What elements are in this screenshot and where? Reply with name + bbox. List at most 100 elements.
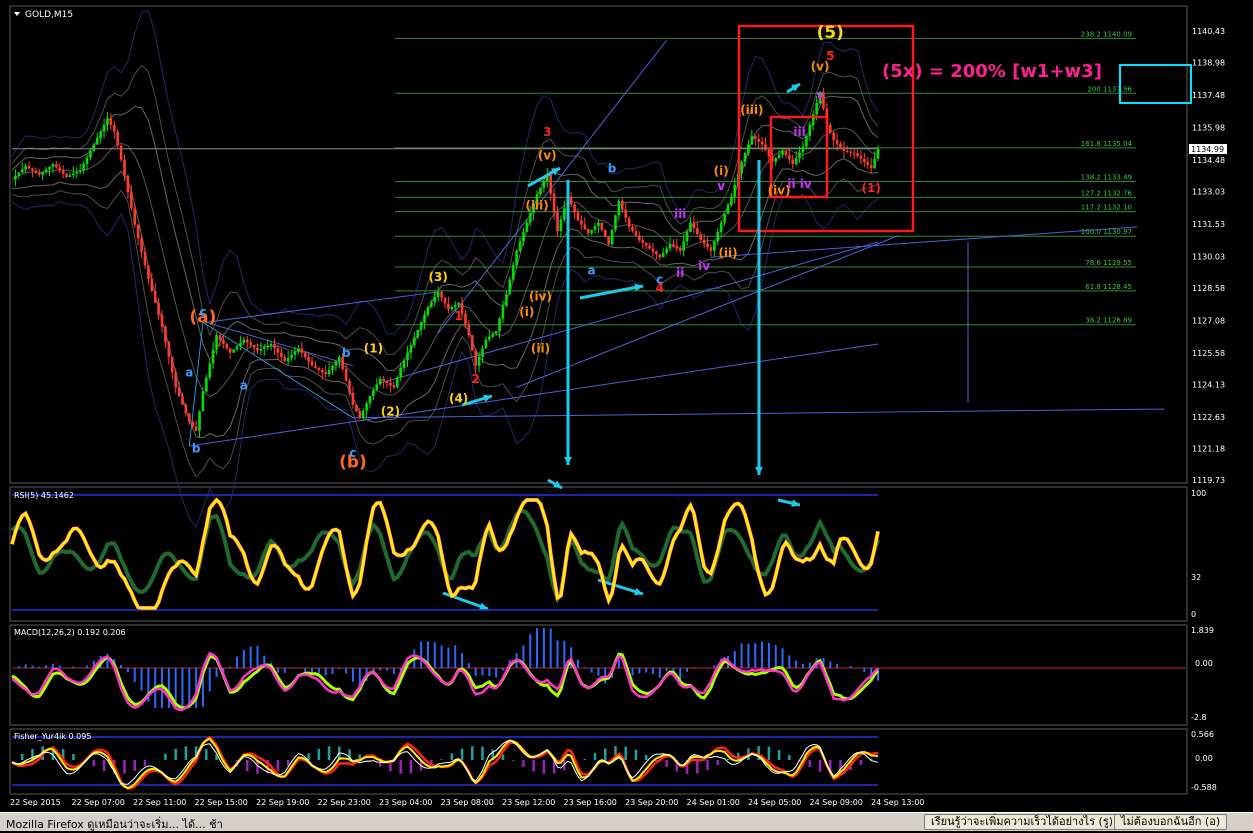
wave-label-22: (i) <box>519 305 534 319</box>
wave-label-38: ii iv <box>787 177 812 191</box>
candle-body <box>399 367 402 378</box>
candle-body <box>740 161 743 174</box>
candle-body <box>75 172 79 174</box>
candle-body <box>106 118 109 125</box>
fib-label-1: 200 1137.56 <box>1087 85 1132 93</box>
candle-body <box>293 351 297 355</box>
candle-body <box>433 297 437 303</box>
candle-body <box>634 231 638 236</box>
fisher-tick-bottom: -0.588 <box>1191 783 1217 792</box>
candle-body <box>119 145 123 160</box>
candle-body <box>614 215 617 230</box>
candle-body <box>586 229 590 234</box>
dismiss-button[interactable]: ไม่ต้องบอกฉันอีก (อ) <box>1114 814 1228 830</box>
candle-body <box>508 279 512 295</box>
candle-body <box>719 222 723 232</box>
candle-body <box>620 200 624 210</box>
candle-body <box>842 147 846 151</box>
time-tick-6: 23 Sep 04:00 <box>379 798 432 807</box>
candle-body <box>692 222 696 229</box>
candle-body <box>92 144 96 151</box>
price-tick-5: 1133.03 <box>1192 188 1225 197</box>
wave-label-24: (iii) <box>525 199 548 213</box>
wave-label-17: b <box>342 346 351 360</box>
candle-body <box>784 150 788 156</box>
candle-body <box>338 357 341 362</box>
candle-body <box>320 370 324 373</box>
candle-body <box>358 411 362 418</box>
candle-body <box>375 384 379 391</box>
candle-body <box>143 251 147 266</box>
candle-body <box>58 167 62 171</box>
wave-label-4: 3 <box>543 125 551 139</box>
candle-body <box>307 357 310 362</box>
candle-body <box>348 380 351 393</box>
candle-body <box>552 193 556 213</box>
wave-label-32: iii <box>674 207 686 221</box>
candle-body <box>310 361 314 366</box>
candle-body <box>753 135 757 139</box>
learn-speed-button[interactable]: เรียนรู้ว่าจะเพิ่มความเร็วได้อย่างไร (รู… <box>924 814 1121 830</box>
candle-body <box>808 124 812 136</box>
candle-body <box>65 173 68 177</box>
price-tick-14: 1119.73 <box>1192 476 1225 485</box>
candle-body <box>665 248 668 253</box>
candle-body <box>187 413 191 423</box>
candle-body <box>641 239 645 243</box>
candle-body <box>78 170 82 173</box>
candle-body <box>713 241 716 251</box>
candle-body <box>55 163 58 168</box>
candle-body <box>580 220 583 225</box>
candle-body <box>392 385 396 388</box>
candle-body <box>164 326 167 342</box>
wave-ratio-annotation: (5x) = 200% [w1+w3] <box>882 61 1102 82</box>
candle-body <box>130 192 133 209</box>
candle-body <box>218 335 222 340</box>
candle-body <box>385 380 389 384</box>
candle-body <box>743 153 747 162</box>
candle-body <box>406 352 409 361</box>
candle-body <box>689 222 692 232</box>
candle-body <box>44 169 48 173</box>
rsi-title: RSI(5) 45.1462 <box>14 491 74 500</box>
fisher-title: Fisher_Yur4ik 0.095 <box>14 732 91 741</box>
candle-body <box>41 172 44 175</box>
candle-body <box>839 143 842 148</box>
candle-body <box>133 208 137 225</box>
candle-body <box>205 377 208 392</box>
fib-label-8: 61.8 1128.45 <box>1085 283 1132 291</box>
time-tick-10: 23 Sep 20:00 <box>625 798 678 807</box>
candle-body <box>702 239 706 244</box>
candle-body <box>873 158 876 169</box>
candle-body <box>252 345 256 348</box>
candle-body <box>174 372 177 388</box>
candle-body <box>777 154 781 159</box>
candle-body <box>661 252 665 258</box>
fib-label-9: 38.2 1126.89 <box>1085 317 1132 325</box>
candle-body <box>256 347 259 351</box>
candle-body <box>48 166 51 170</box>
candle-body <box>859 156 863 159</box>
candle-body <box>549 174 552 194</box>
candle-body <box>317 367 321 371</box>
candle-body <box>419 322 423 330</box>
candle-body <box>491 333 495 337</box>
price-tick-7: 1130.03 <box>1192 253 1225 262</box>
candle-body <box>324 372 327 375</box>
symbol-label: GOLD,M15 <box>25 10 73 20</box>
candle-body <box>355 404 358 412</box>
candle-body <box>423 314 426 323</box>
candle-body <box>82 163 85 171</box>
price-tick-11: 1124.13 <box>1192 381 1225 390</box>
candle-body <box>563 208 566 220</box>
candle-body <box>648 245 651 249</box>
candle-body <box>17 172 21 176</box>
candle-body <box>631 226 634 232</box>
candle-body <box>416 329 420 338</box>
price-tick-0: 1140.43 <box>1192 27 1225 36</box>
candle-body <box>249 342 252 346</box>
candle-body <box>484 339 488 349</box>
wave-label-15: c <box>199 305 206 319</box>
candle-body <box>559 219 563 232</box>
candle-body <box>668 244 672 249</box>
